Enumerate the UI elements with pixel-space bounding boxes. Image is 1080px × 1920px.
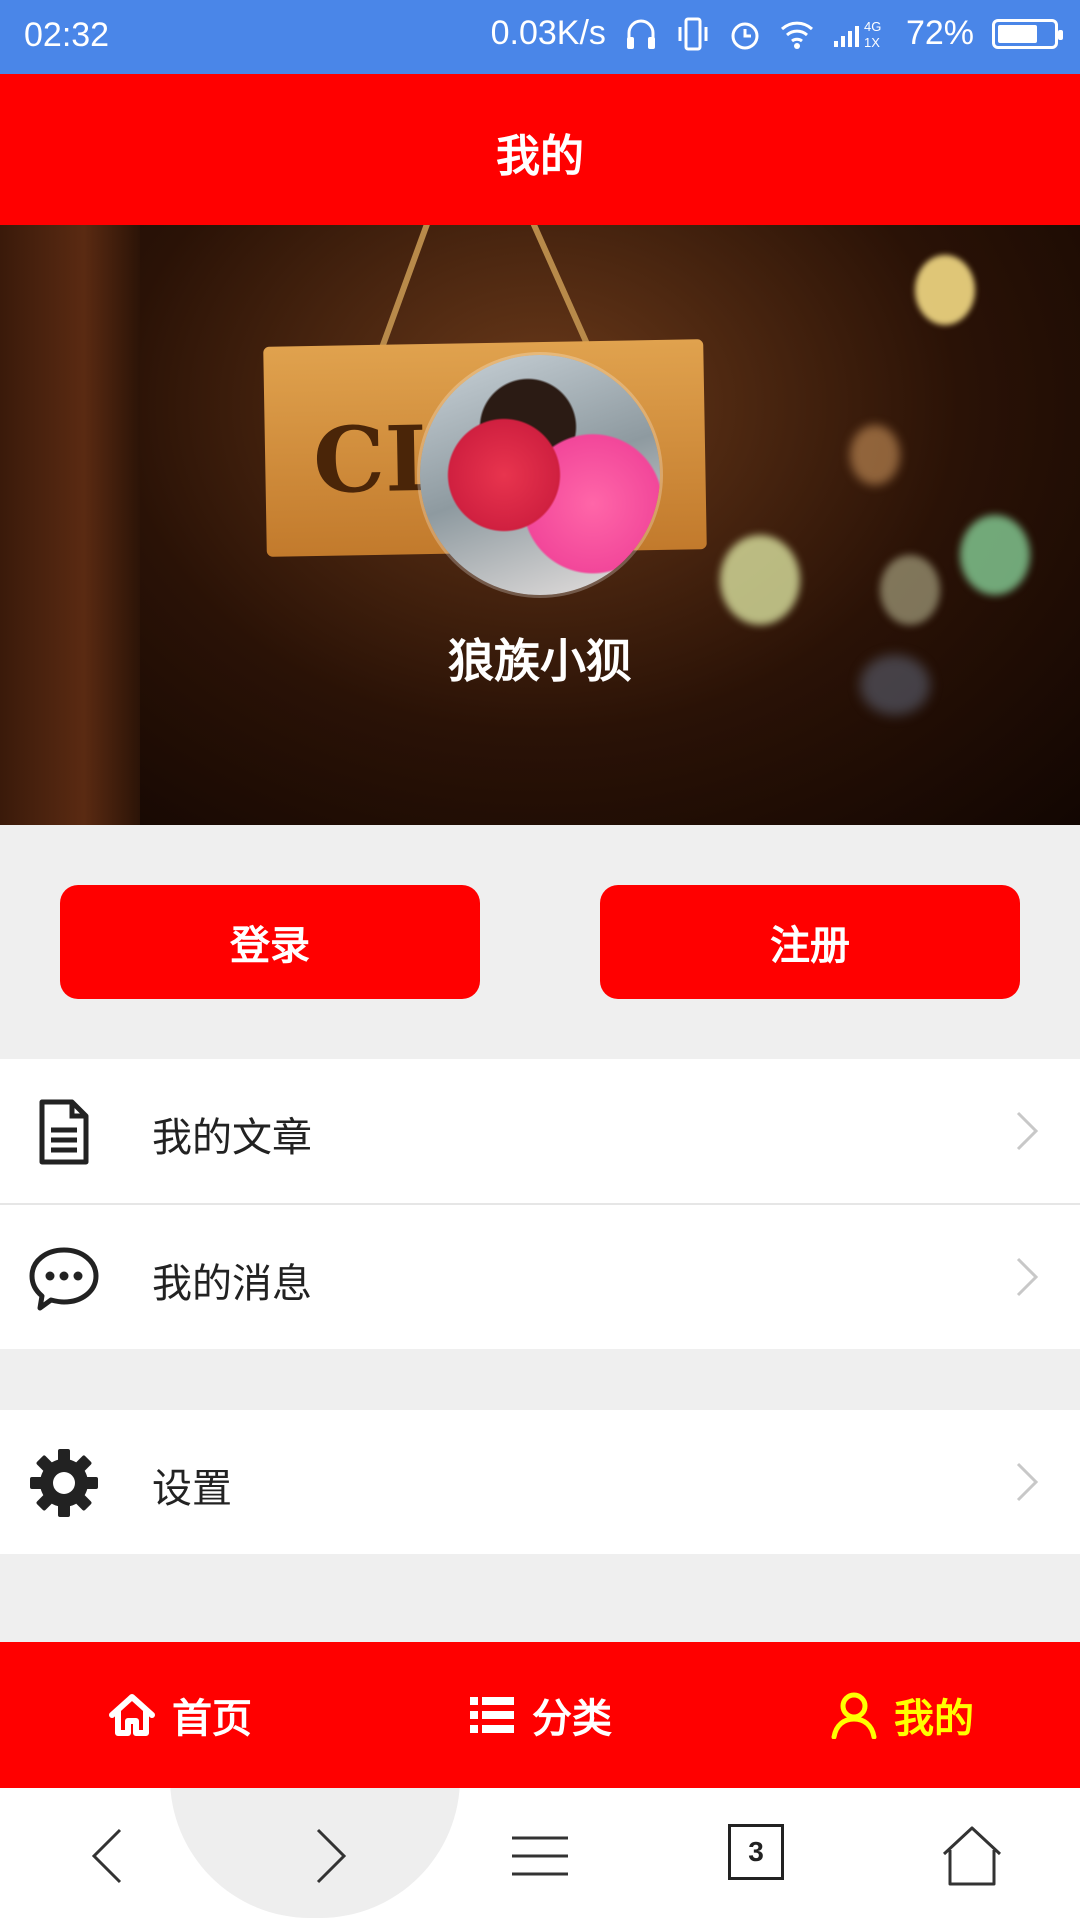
sign-rope	[374, 225, 432, 362]
chat-bubble-icon	[29, 1247, 99, 1311]
menu-icon[interactable]	[508, 1824, 572, 1888]
status-time: 02:32	[24, 16, 110, 54]
forward-icon[interactable]	[296, 1824, 360, 1888]
bokeh-light	[960, 515, 1030, 595]
tabs-count-button[interactable]: 3	[728, 1824, 784, 1880]
bokeh-light	[720, 535, 800, 625]
menu-label-my-messages: 我的消息	[152, 1261, 312, 1307]
chevron-right-icon	[1016, 1462, 1039, 1502]
battery-icon	[992, 18, 1063, 49]
wifi-icon	[780, 21, 813, 49]
bottom-tab-bar: 首页 分类 我的	[0, 1642, 1080, 1788]
menu-label-my-articles: 我的文章	[152, 1115, 312, 1161]
bokeh-light	[880, 555, 940, 625]
tab-label-category: 分类	[532, 1696, 612, 1742]
menu-item-settings[interactable]: 设置	[0, 1410, 1080, 1554]
menu-item-my-articles[interactable]: 我的文章	[0, 1059, 1080, 1203]
signal-icon: 4G 1X	[833, 19, 881, 50]
status-icons: 0.03K/s 4G 1X 72%	[490, 14, 1063, 53]
vibrate-icon	[678, 17, 708, 50]
chevron-right-icon	[1016, 1111, 1039, 1151]
menu-label-settings: 设置	[152, 1466, 232, 1512]
page-title: 我的	[496, 131, 584, 182]
avatar[interactable]	[420, 355, 660, 595]
back-icon[interactable]	[78, 1824, 142, 1888]
register-button[interactable]: 注册	[600, 885, 1020, 999]
document-icon	[39, 1099, 89, 1165]
battery-percent: 72%	[905, 14, 974, 52]
tab-mine[interactable]: 我的	[830, 1642, 974, 1788]
home-icon	[109, 1694, 155, 1736]
network-type-top: 4G	[864, 19, 881, 34]
tab-label-mine: 我的	[894, 1696, 974, 1742]
list-icon	[470, 1697, 514, 1733]
profile-banner: CL 狼族小狈	[0, 225, 1080, 825]
headphones-icon	[626, 19, 655, 49]
banner-wood-post	[0, 225, 140, 825]
network-type-bottom: 1X	[864, 35, 880, 50]
user-icon	[831, 1692, 877, 1739]
sign-rope	[529, 225, 597, 360]
battery-fill	[998, 24, 1037, 43]
alarm-icon	[731, 22, 759, 49]
gear-icon	[30, 1449, 98, 1517]
username: 狼族小狈	[448, 634, 632, 688]
login-button[interactable]: 登录	[60, 885, 480, 999]
chevron-right-icon	[1016, 1257, 1039, 1297]
net-speed: 0.03K/s	[490, 14, 606, 52]
app-header: 我的	[0, 74, 1080, 225]
tab-home[interactable]: 首页	[108, 1642, 252, 1788]
tab-category[interactable]: 分类	[468, 1642, 612, 1788]
home-outline-icon[interactable]	[940, 1824, 1004, 1888]
status-bar: 02:32 0.03K/s 4G 1X 72%	[0, 0, 1080, 74]
tab-label-home: 首页	[172, 1696, 252, 1742]
browser-nav-bar: 3	[0, 1788, 1080, 1920]
bokeh-light	[850, 425, 900, 485]
bokeh-light	[915, 255, 975, 325]
menu-item-my-messages[interactable]: 我的消息	[0, 1205, 1080, 1349]
